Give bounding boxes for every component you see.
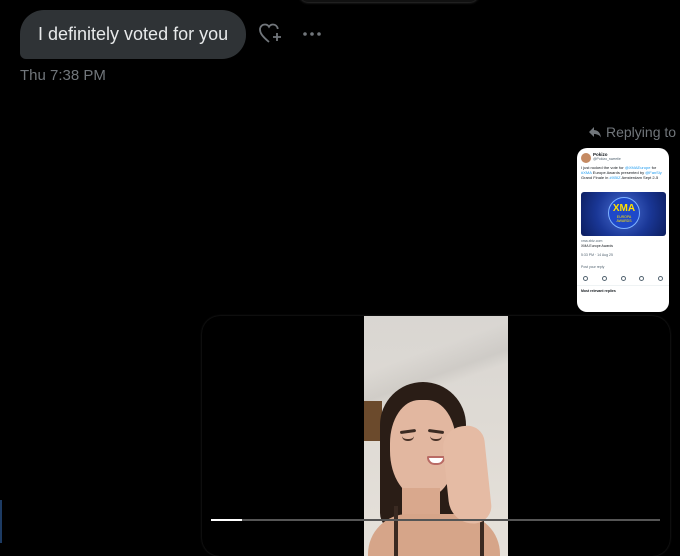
quoted-tweet-text: I just rocked the vote for @XMAEurope fo…: [581, 165, 665, 180]
right-eye: [430, 436, 442, 441]
left-brow: [399, 428, 417, 435]
tweet-text-part: Grand Finale in: [581, 175, 610, 180]
replying-to-label: Replying to: [588, 124, 676, 140]
left-strap: [394, 506, 398, 556]
logo-text: XMA: [612, 203, 636, 214]
tweet-text-part: Amsterdam Sept 2-5: [620, 175, 659, 180]
left-eye: [402, 436, 414, 441]
video-player[interactable]: [202, 316, 670, 556]
more-icon[interactable]: [302, 30, 322, 38]
share-icon[interactable]: [658, 276, 663, 281]
bookmark-icon[interactable]: [639, 276, 645, 281]
message-text: I definitely voted for you: [38, 24, 229, 44]
replying-to-text: Replying to: [606, 124, 677, 140]
reply-hint: Post your reply: [581, 265, 605, 269]
message-timestamp: Thu 7:38 PM: [20, 67, 106, 84]
like-icon[interactable]: [620, 276, 626, 281]
video-progress-bar[interactable]: [211, 519, 660, 521]
reply-arrow-icon: [589, 127, 601, 138]
right-brow: [427, 428, 445, 435]
quoted-tweet-preview[interactable]: Pokizo @Pokizo_sweetie I just rocked the…: [577, 148, 669, 312]
heart-plus-icon[interactable]: [258, 22, 284, 46]
logo-subtext: EUROPA AWARDS: [616, 215, 632, 223]
previous-media-edge: [300, 0, 478, 2]
tweet-time: 5:33 PM · 14 Aug 25: [581, 253, 613, 257]
window-edge: [0, 500, 2, 543]
xma-logo: XMA EUROPA AWARDS: [608, 197, 640, 229]
most-relevant-replies[interactable]: Most relevant replies: [581, 289, 616, 293]
divider: [577, 285, 669, 286]
card-title: XMA Europe Awards: [581, 244, 614, 248]
message-bubble[interactable]: I definitely voted for you: [20, 10, 247, 59]
retweet-icon[interactable]: [601, 276, 607, 281]
video-progress-fill: [211, 519, 243, 521]
quoted-author-handle: @Pokizo_sweetie: [593, 157, 621, 161]
card-source: xma.xbiz.com: [581, 239, 603, 243]
hashtag-link[interactable]: #XBIZ: [609, 175, 620, 180]
link-card-image[interactable]: XMA EUROPA AWARDS: [581, 192, 666, 236]
reply-icon[interactable]: [583, 276, 588, 281]
person-smile: [427, 456, 445, 465]
avatar: [581, 153, 591, 163]
tweet-actions: [583, 276, 663, 281]
